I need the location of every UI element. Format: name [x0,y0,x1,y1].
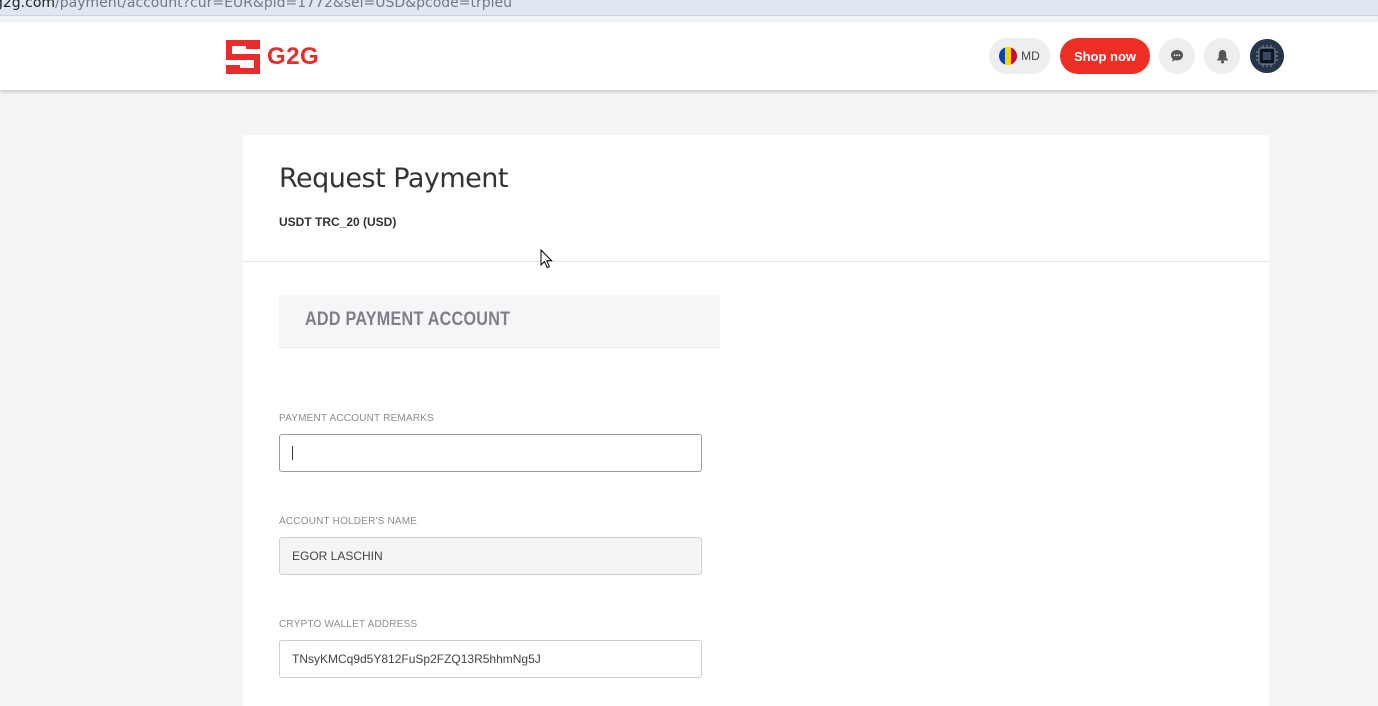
payment-method-subtitle: USDT TRC_20 (USD) [279,215,397,229]
region-label: MD [1021,49,1040,63]
url-path: /payment/account?cur=EUR&pid=1772&sel=US… [55,0,513,11]
url-text: g2g.com/payment/account?cur=EUR&pid=1772… [0,0,512,11]
notifications-button[interactable] [1204,38,1240,74]
add-payment-account-header: ADD PAYMENT ACCOUNT [279,295,720,348]
mouse-cursor-icon [540,249,553,269]
shop-now-button[interactable]: Shop now [1060,38,1150,74]
remarks-label: PAYMENT ACCOUNT REMARKS [279,413,434,424]
chat-icon [1171,50,1183,62]
text-caret [292,446,293,460]
holder-name-label: ACCOUNT HOLDER'S NAME [279,516,418,527]
avatar-image-icon [1250,39,1284,73]
user-avatar[interactable] [1250,39,1284,73]
g2g-logo-mark-icon [226,40,260,74]
wallet-address-label: CRYPTO WALLET ADDRESS [279,619,418,630]
chat-button[interactable] [1159,38,1195,74]
g2g-logo[interactable]: G2G [226,40,319,74]
section-title: ADD PAYMENT ACCOUNT [305,309,511,330]
holder-name-value: EGOR LASCHIN [292,549,383,563]
url-host: g2g.com [0,0,56,11]
divider [243,261,1269,262]
site-header: G2G MD Shop now [0,22,1378,90]
browser-url-bar[interactable]: g2g.com/payment/account?cur=EUR&pid=1772… [0,0,1378,16]
moldova-flag-icon [999,47,1018,65]
region-selector-button[interactable]: MD [989,38,1050,74]
holder-name-input: EGOR LASCHIN [279,537,702,575]
logo-text: G2G [267,43,320,70]
bell-icon [1216,49,1228,63]
remarks-input[interactable] [279,434,702,472]
request-payment-card: Request Payment USDT TRC_20 (USD) ADD PA… [243,135,1269,706]
page-title: Request Payment [279,163,508,194]
wallet-address-value: TNsyKMCq9d5Y812FuSp2FZQ13R5hhmNg5J [292,652,541,666]
wallet-address-input[interactable]: TNsyKMCq9d5Y812FuSp2FZQ13R5hhmNg5J [279,640,702,678]
